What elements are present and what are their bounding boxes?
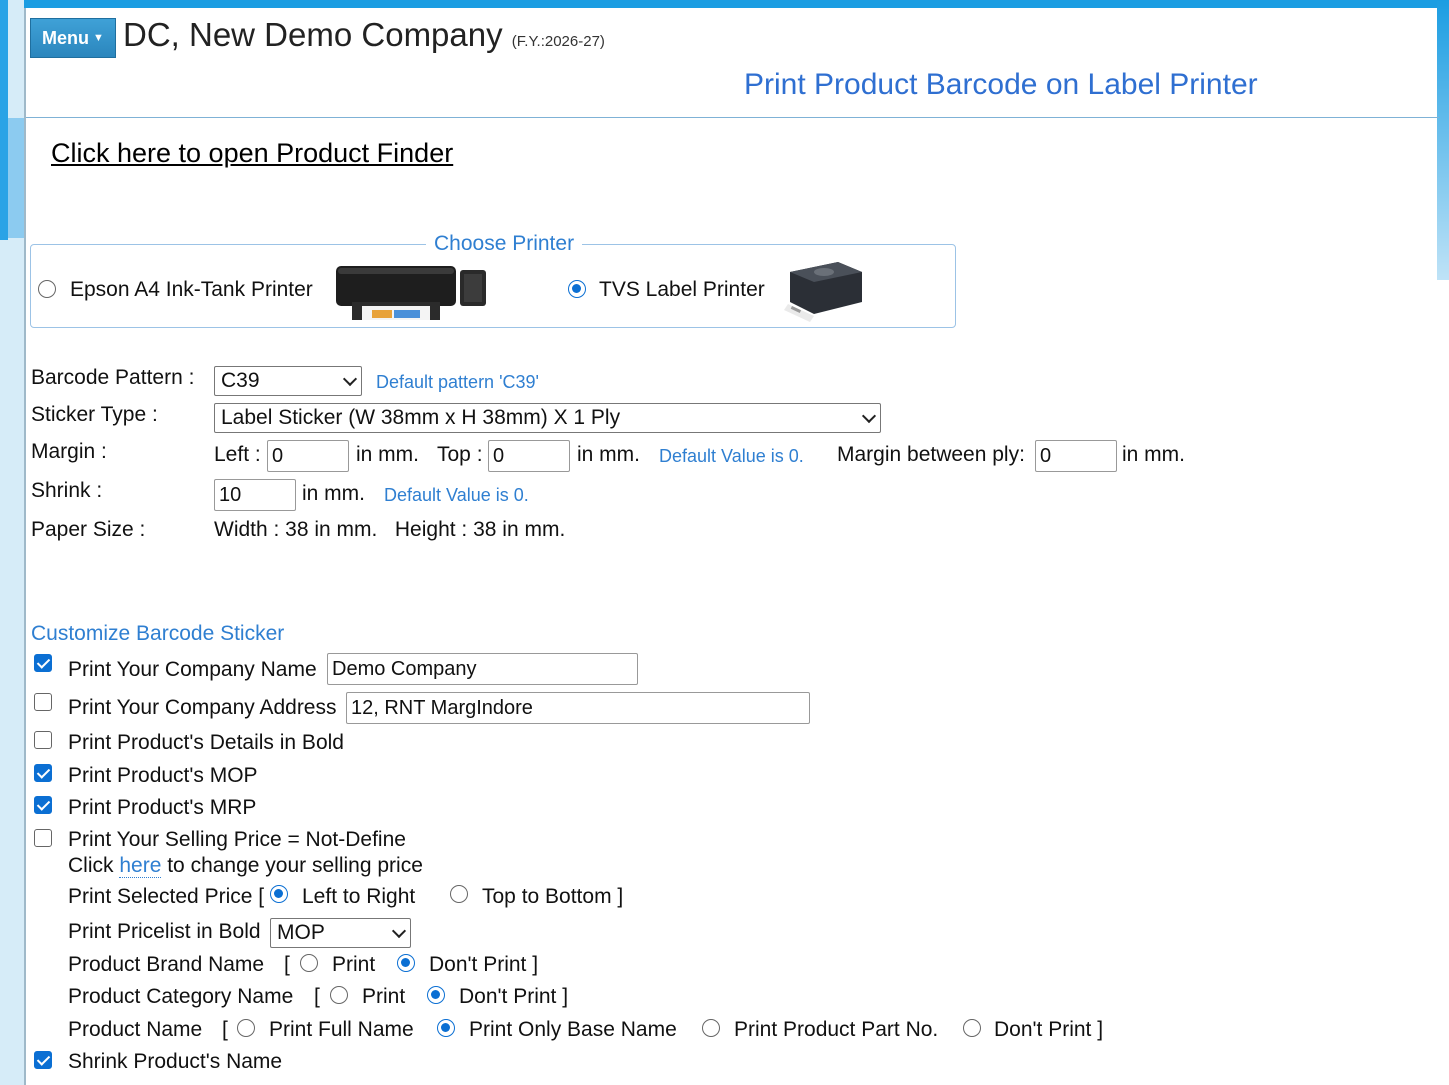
caret-down-icon: ▼: [93, 32, 104, 44]
margin-default-hint: Default Value is 0.: [659, 446, 804, 466]
epson-printer-label: Epson A4 Ink-Tank Printer: [70, 278, 313, 301]
tvs-printer-radio[interactable]: [568, 280, 586, 298]
change-price-text: Click here to change your selling price: [68, 854, 423, 878]
left-to-right-radio[interactable]: [270, 885, 288, 903]
tvs-printer-label: TVS Label Printer: [599, 278, 765, 301]
barcode-pattern-label: Barcode Pattern :: [31, 366, 195, 389]
category-dont-print-radio[interactable]: [427, 986, 445, 1004]
company-name-checkbox[interactable]: [34, 654, 52, 672]
brand-name-label: Product Brand Name: [68, 953, 265, 976]
window-left-border: [0, 0, 24, 1085]
selected-price-label: Print Selected Price [: [68, 885, 265, 908]
bracket: [: [314, 985, 320, 1008]
unit-mm: in mm.: [1122, 443, 1185, 466]
bold-details-label: Print Product's Details in Bold: [68, 731, 344, 754]
category-print-radio[interactable]: [330, 986, 348, 1004]
margin-top-input[interactable]: [488, 440, 570, 472]
customize-title: Customize Barcode Sticker: [31, 622, 285, 645]
top-to-bottom-label: Top to Bottom ]: [482, 885, 624, 908]
margin-left-input[interactable]: [267, 440, 349, 472]
margin-ply-input[interactable]: [1035, 440, 1117, 472]
margin-top-label: Top :: [437, 443, 483, 466]
paper-size-value: Width : 38 in mm. Height : 38 in mm.: [214, 518, 566, 541]
shrink-input[interactable]: [214, 479, 296, 511]
unit-mm: in mm.: [577, 443, 640, 466]
top-to-bottom-radio[interactable]: [450, 885, 468, 903]
shrink-name-checkbox[interactable]: [34, 1051, 52, 1069]
mrp-label: Print Product's MRP: [68, 796, 257, 819]
base-name-radio[interactable]: [437, 1019, 455, 1037]
page-title: Print Product Barcode on Label Printer: [744, 68, 1258, 101]
shrink-label: Shrink :: [31, 479, 103, 502]
company-name-input[interactable]: [327, 653, 638, 685]
window-top-border: [0, 0, 1449, 8]
barcode-pattern-value: C39: [221, 369, 260, 392]
selling-price-label: Print Your Selling Price = Not-Define: [68, 828, 406, 851]
change-price-link[interactable]: here: [119, 854, 162, 878]
company-name: DC, New Demo Company: [123, 16, 503, 53]
label-printer-icon: [784, 262, 862, 322]
full-name-radio[interactable]: [237, 1019, 255, 1037]
page: Menu ▼ DC, New Demo Company (F.Y.:2026-2…: [24, 8, 1439, 1085]
brand-dont-print-label: Don't Print ]: [429, 953, 539, 976]
brand-dont-print-radio[interactable]: [397, 954, 415, 972]
bold-details-checkbox[interactable]: [34, 731, 52, 749]
brand-print-radio[interactable]: [300, 954, 318, 972]
epson-printer-radio[interactable]: [38, 280, 56, 298]
menu-label: Menu: [42, 27, 90, 48]
margin-label: Margin :: [31, 440, 107, 463]
choose-printer-legend: Choose Printer: [434, 232, 575, 255]
full-name-label: Print Full Name: [269, 1018, 414, 1041]
header: Menu ▼ DC, New Demo Company (F.Y.:2026-2…: [26, 8, 1439, 118]
company-address-label: Print Your Company Address: [68, 696, 337, 719]
bracket: [: [284, 953, 290, 976]
fiscal-year: (F.Y.:2026-27): [511, 33, 605, 50]
chevron-down-icon: [391, 923, 407, 938]
unit-mm: in mm.: [356, 443, 419, 466]
left-to-right-label: Left to Right: [302, 885, 416, 908]
pricelist-bold-select[interactable]: MOP: [270, 918, 411, 948]
mop-label: Print Product's MOP: [68, 764, 258, 787]
sticker-type-select[interactable]: Label Sticker (W 38mm x H 38mm) X 1 Ply: [214, 403, 881, 433]
part-no-radio[interactable]: [702, 1019, 720, 1037]
company-name-label: Print Your Company Name: [68, 658, 317, 681]
sticker-type-value: Label Sticker (W 38mm x H 38mm) X 1 Ply: [221, 406, 621, 429]
product-name-label: Product Name: [68, 1018, 203, 1041]
bracket: [: [222, 1018, 228, 1041]
chevron-down-icon: [342, 371, 358, 386]
base-name-label: Print Only Base Name: [469, 1018, 677, 1041]
brand-print-label: Print: [332, 953, 376, 976]
mrp-checkbox[interactable]: [34, 796, 52, 814]
product-name-dont-print-label: Don't Print ]: [994, 1018, 1104, 1041]
company-address-input[interactable]: [346, 692, 810, 724]
decor-stripe: [0, 0, 8, 240]
shrink-name-label: Shrink Product's Name: [68, 1050, 283, 1073]
margin-left-label: Left :: [214, 443, 261, 466]
click-text: Click: [68, 854, 114, 877]
category-name-label: Product Category Name: [68, 985, 294, 1008]
mop-checkbox[interactable]: [34, 764, 52, 782]
company-address-checkbox[interactable]: [34, 693, 52, 711]
barcode-pattern-select[interactable]: C39: [214, 366, 362, 396]
shrink-default-hint: Default Value is 0.: [384, 485, 529, 505]
part-no-label: Print Product Part No.: [734, 1018, 939, 1041]
pricelist-bold-value: MOP: [277, 921, 325, 944]
product-name-dont-print-radio[interactable]: [963, 1019, 981, 1037]
sticker-type-label: Sticker Type :: [31, 403, 158, 426]
barcode-pattern-hint: Default pattern 'C39': [376, 372, 539, 392]
menu-button[interactable]: Menu ▼: [30, 18, 116, 58]
category-dont-print-label: Don't Print ]: [459, 985, 569, 1008]
change-price-suffix: to change your selling price: [167, 854, 423, 877]
selling-price-checkbox[interactable]: [34, 829, 52, 847]
decor-stripe: [8, 118, 24, 238]
unit-mm: in mm.: [302, 482, 365, 505]
company-title: DC, New Demo Company (F.Y.:2026-27): [123, 16, 605, 54]
ink-tank-printer-icon: [336, 266, 486, 320]
category-print-label: Print: [362, 985, 406, 1008]
chevron-down-icon: [861, 408, 877, 423]
margin-ply-label: Margin between ply:: [837, 443, 1025, 466]
product-finder-link[interactable]: Click here to open Product Finder: [51, 138, 453, 169]
pricelist-bold-label: Print Pricelist in Bold: [68, 920, 261, 943]
paper-size-label: Paper Size :: [31, 518, 146, 541]
